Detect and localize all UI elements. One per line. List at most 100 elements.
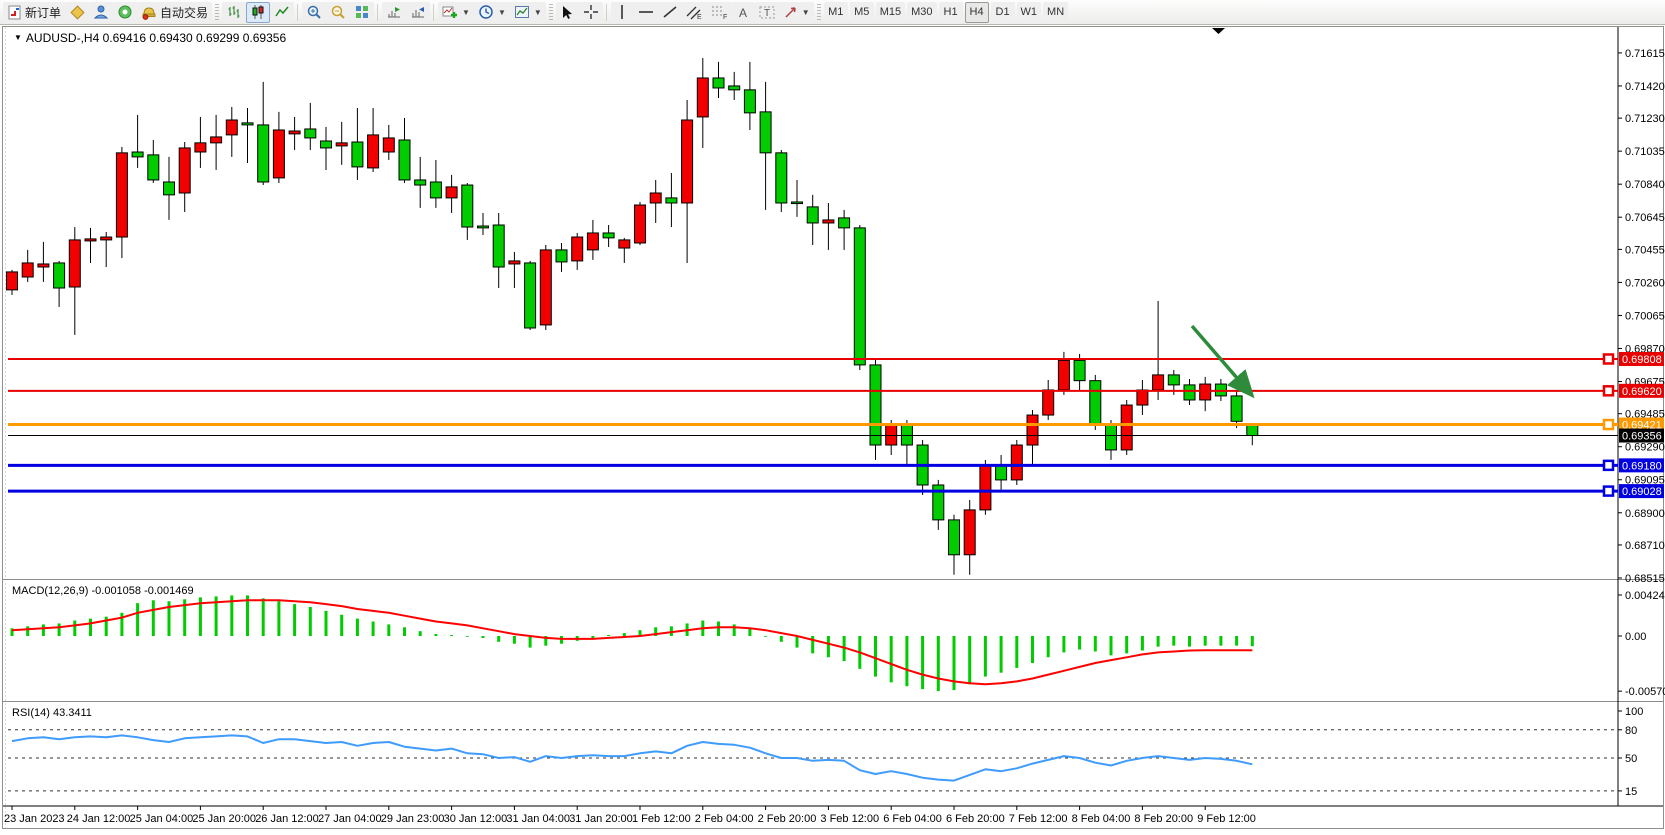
timeframe-H4[interactable]: H4: [965, 2, 989, 23]
autotrading-button[interactable]: 自动交易: [137, 2, 212, 23]
macd-values: -0.001058 -0.001469: [91, 585, 193, 597]
candle-body-down: [792, 202, 803, 204]
candle-body-up: [101, 237, 112, 240]
svg-text:8 Feb 20:00: 8 Feb 20:00: [1134, 813, 1193, 825]
bar-chart-button[interactable]: [222, 2, 246, 23]
auto-scroll-button[interactable]: [382, 2, 406, 23]
indicators-button[interactable]: ▼: [438, 2, 474, 23]
zoom-out-icon: [330, 4, 346, 20]
dropdown-arrow-icon: ▼: [534, 8, 542, 17]
svg-text:0.71420: 0.71420: [1625, 81, 1665, 93]
zoom-in-button[interactable]: [302, 2, 326, 23]
signals-person-icon: [93, 4, 109, 20]
candle-body-down: [1168, 375, 1179, 385]
svg-text:23 Jan 2023: 23 Jan 2023: [4, 813, 65, 825]
candle-body-up: [273, 130, 284, 178]
chart-canvas[interactable]: 0.716150.714200.712300.710350.708400.706…: [0, 25, 1665, 835]
candle-body-up: [1137, 390, 1148, 405]
candle-body-up: [1153, 375, 1164, 390]
timeframe-W1[interactable]: W1: [1017, 2, 1042, 23]
candle-body-up: [179, 148, 190, 193]
candle-body-down: [854, 228, 865, 365]
timeframe-D1[interactable]: D1: [991, 2, 1015, 23]
candle-body-down: [776, 153, 787, 203]
vertical-line-tool-button[interactable]: [611, 2, 634, 23]
candle-body-down: [1184, 385, 1195, 400]
auto-scroll-icon: [386, 4, 402, 20]
candle-body-up: [383, 138, 394, 152]
svg-text:50: 50: [1625, 753, 1637, 765]
candle-body-up: [1043, 390, 1054, 415]
svg-text:0.70840: 0.70840: [1625, 179, 1665, 191]
candlestick-chart-button[interactable]: [246, 2, 270, 23]
candle-body-down: [729, 86, 740, 90]
candle-body-up: [289, 131, 300, 134]
cursor-tool-button[interactable]: [556, 2, 579, 23]
candle-body-down: [164, 182, 175, 195]
tile-windows-button[interactable]: [350, 2, 374, 23]
timeframe-M1[interactable]: M1: [824, 2, 848, 23]
trendline-tool-button[interactable]: [658, 2, 682, 23]
timeframe-group: M1M5M15M30H1H4D1W1MN: [824, 2, 1068, 23]
mql5-button[interactable]: [65, 2, 89, 23]
candle-body-up: [509, 261, 520, 264]
svg-text:0.70065: 0.70065: [1625, 310, 1665, 322]
signals-button[interactable]: [89, 2, 113, 23]
market-button[interactable]: [113, 2, 137, 23]
svg-text:0.70260: 0.70260: [1625, 277, 1665, 289]
timeframe-MN[interactable]: MN: [1043, 2, 1068, 23]
candle-body-down: [839, 218, 850, 228]
line-chart-icon: [274, 4, 290, 20]
mql5-diamond-icon: [69, 4, 85, 20]
symbol-ohlc: 0.69416 0.69430 0.69299 0.69356: [103, 31, 287, 45]
equidistant-channel-icon: E: [686, 4, 703, 20]
svg-text:0.71230: 0.71230: [1625, 113, 1665, 125]
candle-body-up: [980, 465, 991, 510]
candle-body-down: [430, 182, 441, 198]
fibonacci-icon: F: [711, 4, 728, 20]
svg-text:100: 100: [1625, 706, 1643, 718]
dropdown-arrow-icon: ▼: [802, 8, 810, 17]
timeframe-M30[interactable]: M30: [907, 2, 936, 23]
candle-body-down: [666, 198, 677, 203]
candle-body-up: [1058, 360, 1069, 390]
templates-button[interactable]: ▼: [510, 2, 546, 23]
timeframe-M15[interactable]: M15: [876, 2, 905, 23]
toolbar-grip: [549, 4, 553, 20]
chart-shift-icon: [410, 4, 426, 20]
toolbar-grip: [215, 4, 219, 20]
chart-shift-button[interactable]: [406, 2, 430, 23]
fibonacci-tool-button[interactable]: F: [707, 2, 732, 23]
zoom-out-button[interactable]: [326, 2, 350, 23]
svg-text:3 Feb 12:00: 3 Feb 12:00: [820, 813, 879, 825]
candle-body-up: [587, 233, 598, 250]
crosshair-tool-button[interactable]: [579, 2, 603, 23]
svg-text:30 Jan 12:00: 30 Jan 12:00: [444, 813, 508, 825]
candlestick-chart-icon: [250, 4, 266, 20]
toolbar-grip: [817, 4, 821, 20]
horizontal-line-tool-button[interactable]: [634, 2, 658, 23]
arrows-tool-button[interactable]: ▼: [779, 2, 814, 23]
new-order-icon: [7, 5, 22, 20]
candle-body-up: [1011, 445, 1022, 480]
svg-text:0.69180: 0.69180: [1622, 460, 1662, 472]
channel-tool-button[interactable]: E: [682, 2, 707, 23]
text-tool-button[interactable]: A: [732, 2, 755, 23]
candle-body-up: [446, 187, 457, 198]
timeframe-M5[interactable]: M5: [850, 2, 874, 23]
text-label-tool-button[interactable]: T: [755, 2, 779, 23]
symbol-dropdown-icon[interactable]: ▼: [14, 33, 22, 42]
periods-button[interactable]: ▼: [474, 2, 510, 23]
text-label-icon: T: [759, 5, 775, 20]
candle-body-down: [1231, 396, 1242, 421]
candle-body-down: [1074, 360, 1085, 380]
candle-body-up: [69, 240, 80, 287]
svg-text:0.69290: 0.69290: [1625, 442, 1665, 454]
candle-body-down: [760, 112, 771, 153]
candle-body-up: [886, 425, 897, 445]
new-order-button[interactable]: 新订单: [3, 2, 65, 23]
svg-text:A: A: [739, 6, 747, 20]
line-chart-button[interactable]: [270, 2, 294, 23]
svg-text:E: E: [697, 14, 702, 20]
timeframe-H1[interactable]: H1: [939, 2, 963, 23]
